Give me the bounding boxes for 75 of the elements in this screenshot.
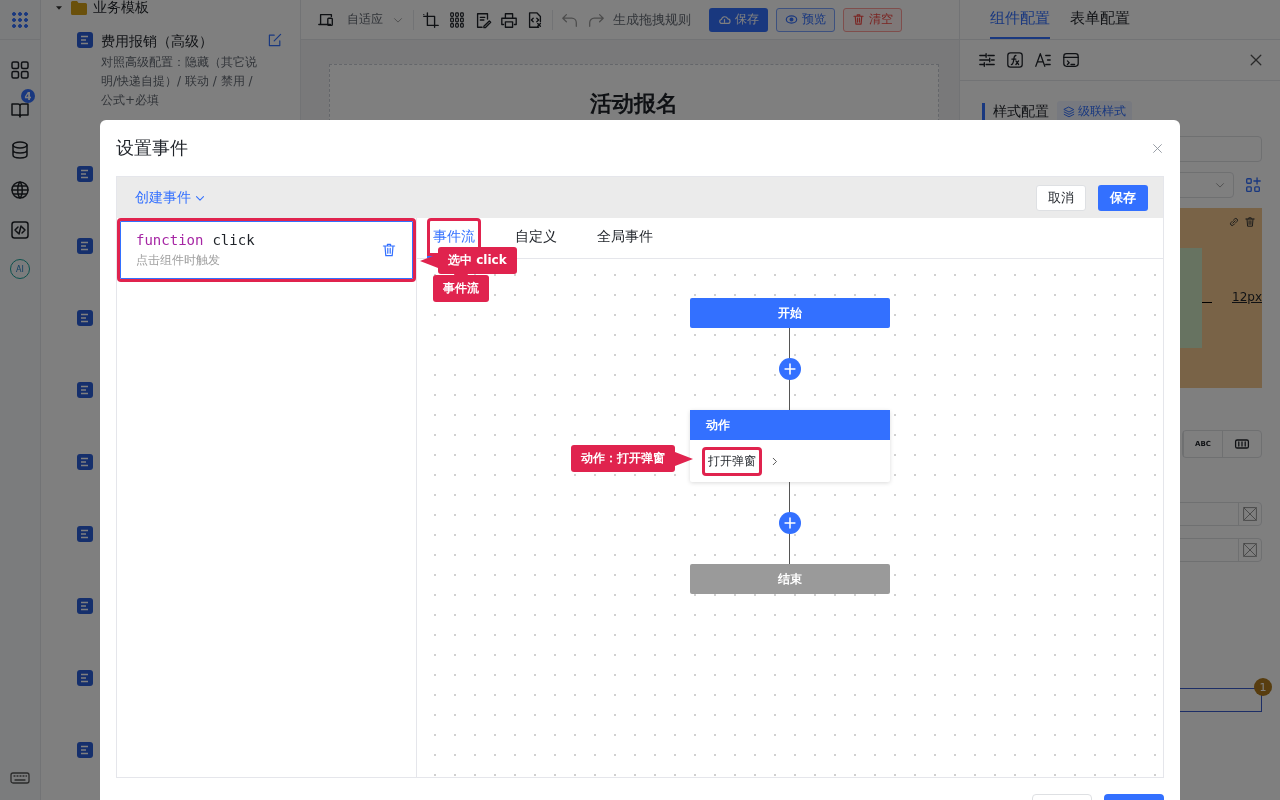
plus-icon — [783, 516, 797, 530]
toolbar-button[interactable]: 预览 — [776, 7, 835, 32]
add-grid-icon[interactable] — [1244, 176, 1262, 194]
document-icon — [77, 598, 93, 614]
document-icon — [77, 742, 93, 758]
document-icon — [77, 166, 93, 182]
layers-icon — [1063, 105, 1075, 118]
cancel-button[interactable]: 取消 — [1036, 184, 1086, 211]
color-swatch-icon[interactable] — [1242, 542, 1258, 558]
template-description: 对照高级配置：隐藏（其它说明/快递自提）/ 联动 / 禁用 / 公式+必填 — [101, 54, 258, 109]
template-title[interactable]: 费用报销（高级） — [101, 32, 259, 50]
document-icon — [77, 32, 93, 48]
count-badge: 4 — [21, 89, 35, 103]
cloud-icon — [718, 13, 731, 26]
event-item[interactable]: function click 点击组件时触发 — [117, 218, 416, 282]
text-format-icon[interactable] — [1034, 51, 1052, 69]
close-icon[interactable] — [1151, 141, 1164, 155]
panel-tab[interactable]: 表单配置 — [1070, 0, 1130, 39]
dialog-title: 设置事件 — [116, 136, 188, 160]
apps-icon[interactable] — [10, 9, 30, 30]
generate-rules-button[interactable]: 生成拖拽规则 — [613, 10, 691, 29]
size-value[interactable]: 12px — [1232, 290, 1262, 388]
function-icon[interactable] — [1006, 51, 1024, 69]
event-name: click — [212, 231, 255, 248]
number-badge: 1 — [1254, 678, 1272, 696]
document-icon — [77, 382, 93, 398]
section-title: 样式配置 — [993, 102, 1049, 121]
code-icon[interactable] — [10, 220, 30, 240]
document-code-icon[interactable] — [526, 10, 544, 29]
create-event-menu[interactable]: 创建事件 — [135, 188, 207, 207]
terminal-icon[interactable] — [1062, 51, 1080, 69]
folder-icon — [71, 1, 87, 15]
trash-icon — [852, 13, 865, 26]
callout-pointer — [675, 451, 693, 466]
printer-icon[interactable] — [500, 10, 518, 29]
plus-icon — [783, 362, 797, 376]
save-button[interactable]: 保存 — [1098, 184, 1148, 211]
link-icon[interactable] — [1228, 216, 1240, 228]
sliders-icon[interactable] — [978, 51, 996, 69]
note-icon[interactable] — [474, 10, 492, 29]
bars-icon[interactable] — [1234, 436, 1250, 452]
callout-pointer — [420, 253, 438, 268]
color-swatch-icon[interactable] — [1242, 506, 1258, 522]
panel-tab[interactable]: 组件配置 — [990, 0, 1050, 39]
end-node[interactable]: 结束 — [690, 564, 890, 594]
globe-icon[interactable] — [10, 180, 30, 200]
add-step-button[interactable] — [779, 358, 801, 380]
grid-icon[interactable] — [448, 10, 466, 29]
action-node-header: 动作 — [690, 410, 890, 440]
trash-icon[interactable] — [1244, 216, 1256, 228]
action-item[interactable]: 打开弹窗 — [702, 446, 762, 476]
edit-icon[interactable] — [267, 32, 283, 48]
folder-label[interactable]: 业务模板 — [93, 0, 149, 17]
document-icon — [77, 526, 93, 542]
cascade-style-button[interactable]: 级联样式 — [1057, 101, 1132, 122]
document-icon — [77, 670, 93, 686]
toolbar-button[interactable]: 清空 — [843, 7, 902, 32]
database-icon[interactable] — [10, 140, 30, 160]
add-step-button[interactable] — [779, 512, 801, 534]
document-icon — [77, 310, 93, 326]
document-icon — [77, 454, 93, 470]
eye-icon — [785, 13, 798, 26]
toolbar-button[interactable]: 保存 — [709, 7, 768, 32]
event-description: 点击组件时触发 — [136, 251, 221, 269]
start-node[interactable]: 开始 — [690, 298, 890, 328]
layout-select[interactable]: 自适应 — [347, 11, 405, 28]
crop-icon[interactable] — [422, 10, 440, 29]
code-keyword: function — [136, 231, 204, 248]
delete-icon[interactable] — [381, 242, 397, 258]
close-icon[interactable] — [1248, 52, 1264, 68]
book-icon[interactable] — [10, 100, 30, 120]
grid-icon[interactable] — [10, 60, 30, 80]
tab[interactable]: 全局事件 — [591, 218, 659, 258]
document-icon — [77, 238, 93, 254]
form-title: 活动报名 — [589, 90, 679, 118]
